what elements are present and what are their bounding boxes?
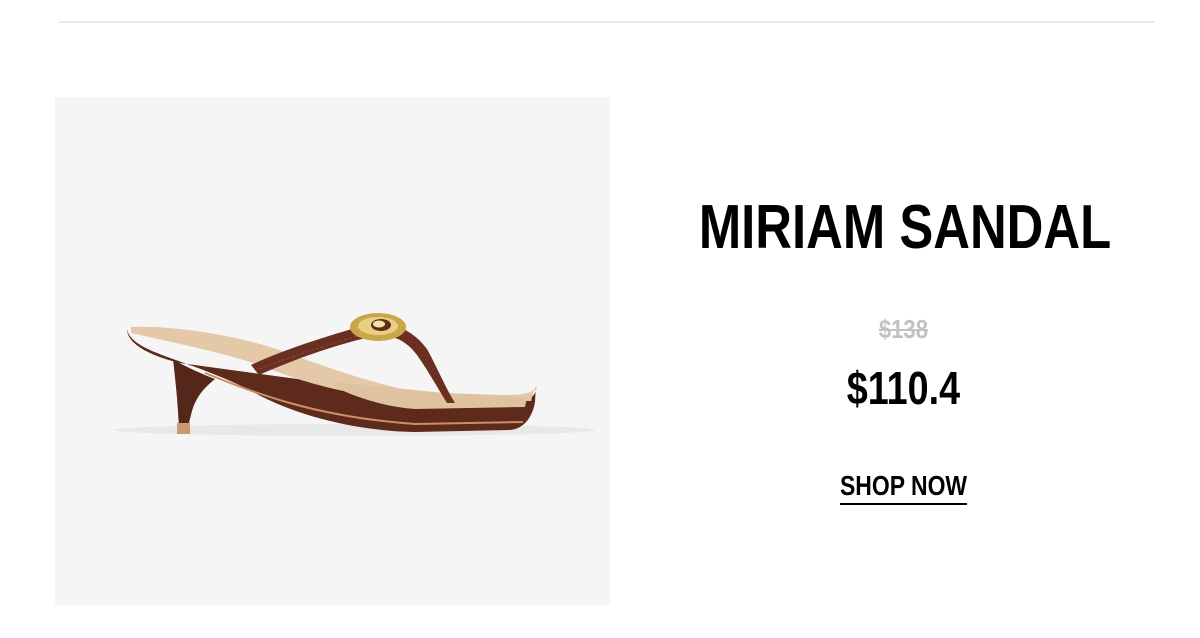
shop-now-link[interactable]: SHOP NOW <box>839 470 968 505</box>
sandal-illustration <box>115 313 595 436</box>
product-name: MIRIAM SANDAL <box>698 193 1112 262</box>
heel-tip <box>177 423 190 434</box>
product-info: MIRIAM SANDAL $138 $110.4 SHOP NOW <box>610 0 1200 638</box>
original-price: $138 <box>878 314 929 344</box>
buckle-shine <box>373 320 385 328</box>
shop-now-container: SHOP NOW <box>610 470 1197 505</box>
product-image[interactable] <box>55 97 610 605</box>
sale-price: $110.4 <box>846 362 961 414</box>
